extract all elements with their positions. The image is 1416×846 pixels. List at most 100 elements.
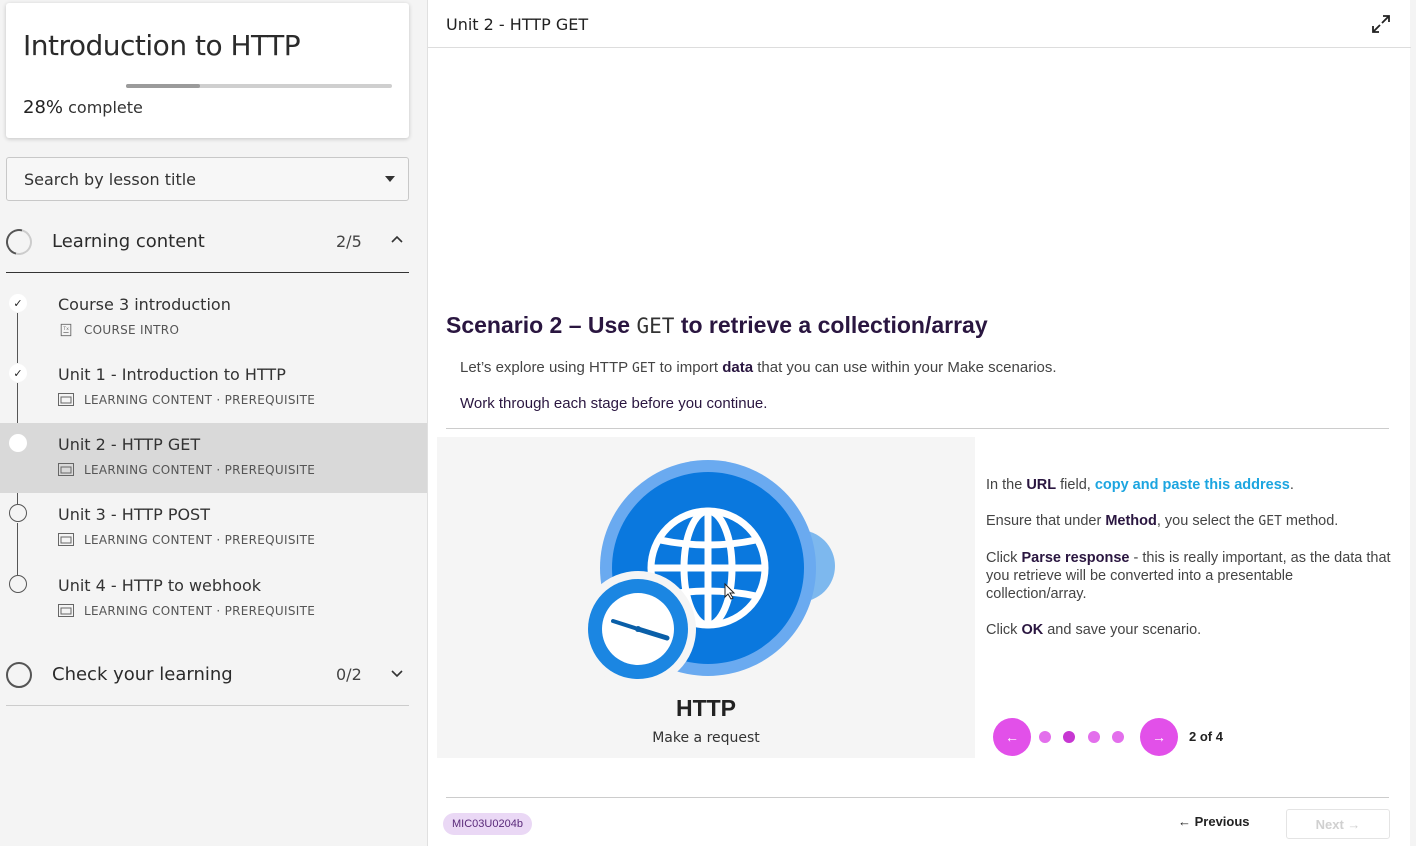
footer-divider xyxy=(446,797,1389,798)
step-text: . xyxy=(1289,477,1294,493)
progress-bar xyxy=(126,84,392,88)
step-instructions: In the URL field, copy and paste this ad… xyxy=(986,476,1396,657)
lesson-meta: LEARNING CONTENT · PREREQUISITE xyxy=(58,604,315,618)
section-divider xyxy=(6,272,409,273)
lesson-meta-text: COURSE INTRO xyxy=(84,323,180,337)
lesson-item[interactable]: Unit 4 - HTTP to webhook LEARNING CONTEN… xyxy=(0,564,427,634)
step-text: and save your scenario. xyxy=(1043,622,1202,638)
lesson-meta-text: LEARNING CONTENT · PREREQUISITE xyxy=(84,463,316,477)
lesson-meta: LEARNING CONTENT · PREREQUISITE xyxy=(58,533,315,547)
step-code: GET xyxy=(1258,514,1282,529)
caret-down-icon xyxy=(385,176,395,182)
carousel-dot[interactable] xyxy=(1039,731,1051,743)
course-card: Introduction to HTTP 28% complete xyxy=(6,3,409,138)
lesson-meta-text: LEARNING CONTENT · PREREQUISITE xyxy=(84,604,316,618)
carousel-dot[interactable] xyxy=(1088,731,1100,743)
step-text: Click xyxy=(986,622,1022,638)
lesson-item[interactable]: ✓ Course 3 introduction Tx COURSE INTRO xyxy=(0,283,427,353)
lesson-item-active[interactable]: Unit 2 - HTTP GET LEARNING CONTENT · PRE… xyxy=(0,423,427,493)
carousel-dot[interactable] xyxy=(1112,731,1124,743)
stage-carousel: ← → 2 of 4 xyxy=(993,718,1253,756)
lesson-code-badge: MIC03U0204b xyxy=(443,813,532,835)
slides-icon xyxy=(58,463,74,476)
document-icon: Tx xyxy=(60,323,72,337)
step-bold: OK xyxy=(1021,622,1044,638)
todo-circle-icon xyxy=(9,575,27,593)
section-progress-ring-icon xyxy=(6,662,32,688)
next-button[interactable]: Next → xyxy=(1286,809,1390,839)
lesson-meta-text: LEARNING CONTENT · PREREQUISITE xyxy=(84,393,316,407)
chevron-down-icon[interactable] xyxy=(391,667,403,679)
carousel-count: 2 of 4 xyxy=(1189,729,1223,744)
progress-value: 28% xyxy=(23,97,64,118)
sidebar: Introduction to HTTP 28% complete Search… xyxy=(0,0,427,846)
http-module-illustration: HTTP Make a request xyxy=(437,437,975,758)
app-root: Introduction to HTTP 28% complete Search… xyxy=(0,0,1416,846)
http-module-icon xyxy=(580,460,835,687)
section-count: 2/5 xyxy=(336,232,362,251)
step-paragraph: Ensure that under Method, you select the… xyxy=(986,512,1396,531)
lesson-header-title: Unit 2 - HTTP GET xyxy=(446,15,589,34)
carousel-next-button[interactable]: → xyxy=(1140,718,1178,756)
intro-text: to import xyxy=(655,359,723,376)
lesson-meta: Tx COURSE INTRO xyxy=(58,323,179,337)
step-text: , you select the xyxy=(1156,513,1259,529)
arrow-right-icon: → xyxy=(1152,729,1166,745)
lesson-meta: LEARNING CONTENT · PREREQUISITE xyxy=(58,463,315,477)
todo-circle-icon xyxy=(9,504,27,522)
clock-icon xyxy=(580,571,696,687)
lesson-title: Unit 4 - HTTP to webhook xyxy=(58,576,262,595)
lesson-meta-text: LEARNING CONTENT · PREREQUISITE xyxy=(84,533,316,547)
course-title: Introduction to HTTP xyxy=(23,29,301,62)
lesson-header: Unit 2 - HTTP GET xyxy=(428,0,1411,48)
lesson-title: Unit 1 - Introduction to HTTP xyxy=(58,365,286,384)
lesson-title: Unit 3 - HTTP POST xyxy=(58,505,210,524)
step-text: Ensure that under xyxy=(986,513,1106,529)
section-check-your-learning[interactable]: Check your learning 0/2 xyxy=(6,647,409,703)
slides-icon xyxy=(58,533,74,546)
search-label: Search by lesson title xyxy=(24,170,197,189)
section-progress-ring-icon xyxy=(1,224,37,260)
lesson-title: Course 3 introduction xyxy=(58,295,231,314)
scenario-title-prefix: Scenario 2 – Use xyxy=(446,312,637,338)
chevron-up-icon[interactable] xyxy=(391,234,403,246)
carousel-prev-button[interactable]: ← xyxy=(993,718,1031,756)
intro-bold: data xyxy=(722,359,754,376)
check-icon: ✓ xyxy=(9,364,27,382)
step-text: Click xyxy=(986,550,1022,566)
step-text: field, xyxy=(1056,477,1095,493)
check-icon: ✓ xyxy=(9,294,27,312)
carousel-dot-current[interactable] xyxy=(1063,731,1075,743)
step-paragraph: In the URL field, copy and paste this ad… xyxy=(986,476,1396,494)
lesson-title: Unit 2 - HTTP GET xyxy=(58,435,201,454)
section-title: Check your learning xyxy=(52,664,233,685)
progress-fill xyxy=(126,84,201,88)
section-divider xyxy=(6,705,409,706)
work-instruction: Work through each stage before you conti… xyxy=(460,395,768,412)
copy-address-link[interactable]: copy and paste this address xyxy=(1095,477,1290,493)
scenario-title: Scenario 2 – Use GET to retrieve a colle… xyxy=(446,312,988,339)
module-action: Make a request xyxy=(652,730,760,746)
slides-icon xyxy=(58,604,74,617)
scenario-intro: Let’s explore using HTTP GET to import d… xyxy=(460,359,1057,376)
main-panel: Unit 2 - HTTP GET Scenario 2 – Use GET t… xyxy=(427,0,1411,846)
slides-icon xyxy=(58,393,74,406)
content-divider xyxy=(446,428,1389,429)
step-bold: Parse response xyxy=(1021,550,1130,566)
section-learning-content[interactable]: Learning content 2/5 xyxy=(1,214,409,270)
section-title: Learning content xyxy=(52,231,205,252)
expand-icon[interactable] xyxy=(1371,14,1391,34)
progress-text: 28% complete xyxy=(23,97,143,118)
svg-text:Tx: Tx xyxy=(62,326,69,332)
lesson-item[interactable]: Unit 3 - HTTP POST LEARNING CONTENT · PR… xyxy=(0,493,427,563)
current-lesson-icon xyxy=(9,434,27,452)
intro-text: that you can use within your Make scenar… xyxy=(753,359,1057,376)
lesson-search-dropdown[interactable]: Search by lesson title xyxy=(6,157,409,201)
lesson-item[interactable]: ✓ Unit 1 - Introduction to HTTP LEARNING… xyxy=(0,353,427,423)
progress-suffix: complete xyxy=(68,98,143,117)
step-text: method. xyxy=(1281,513,1339,529)
step-text: In the xyxy=(986,477,1027,493)
step-bold: Method xyxy=(1105,513,1157,529)
lesson-meta: LEARNING CONTENT · PREREQUISITE xyxy=(58,393,315,407)
previous-button[interactable]: ← Previous xyxy=(1178,814,1250,829)
